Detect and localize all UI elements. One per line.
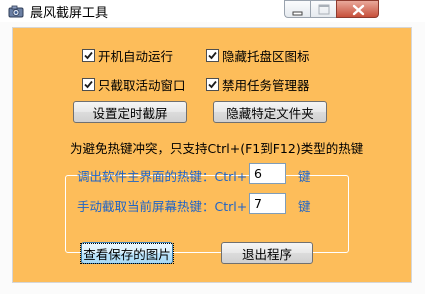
active-window-checkbox[interactable]: 只截取活动窗口 — [82, 76, 186, 93]
autostart-label: 开机自动运行 — [98, 48, 174, 64]
maximize-button[interactable] — [310, 0, 336, 18]
capture-hotkey-suffix: 键 — [298, 199, 311, 214]
window-controls — [284, 0, 379, 20]
capture-hotkey-label: 手动截取当前屏幕热键：Ctrl+ F — [77, 199, 259, 214]
minimize-icon — [292, 11, 303, 16]
hide-folder-button[interactable]: 隐藏特定文件夹 — [213, 101, 327, 123]
checkbox-box[interactable] — [82, 48, 95, 62]
exit-button[interactable]: 退出程序 — [221, 242, 313, 264]
check-icon — [84, 51, 93, 59]
check-icon — [84, 80, 93, 88]
close-button[interactable] — [336, 0, 379, 18]
hide-tray-label: 隐藏托盘区图标 — [222, 48, 310, 64]
maximize-icon — [318, 4, 330, 15]
view-saved-button[interactable]: 查看保存的图片 — [80, 242, 174, 264]
disable-taskmgr-checkbox[interactable]: 禁用任务管理器 — [206, 76, 310, 93]
check-icon — [208, 51, 217, 59]
capture-hotkey-input[interactable] — [249, 193, 286, 214]
minimize-button[interactable] — [284, 0, 310, 18]
view-saved-label: 查看保存的图片 — [80, 242, 174, 264]
active-window-label: 只截取活动窗口 — [98, 77, 186, 93]
main-window-hotkey-input[interactable] — [249, 163, 286, 184]
checkbox-box[interactable] — [82, 77, 95, 91]
set-timer-button[interactable]: 设置定时截屏 — [73, 101, 187, 123]
check-icon — [208, 80, 217, 88]
main-panel: 开机自动运行 隐藏托盘区图标 只截取活动窗口 禁用任务管理器 设置定时截屏 隐藏… — [12, 27, 412, 283]
title-bar[interactable]: 晨风截屏工具 — [0, 0, 425, 22]
checkbox-box[interactable] — [206, 48, 219, 62]
camera-icon — [8, 3, 24, 19]
hide-tray-checkbox[interactable]: 隐藏托盘区图标 — [206, 47, 310, 64]
hotkey-group-caption: 为避免热键冲突，只支持Ctrl+(F1到F12)类型的热键 — [68, 138, 366, 157]
checkbox-box[interactable] — [206, 77, 219, 91]
app-window: 晨风截屏工具 开机自动运行 隐藏托盘区图标 只截取活动窗口 禁用任务管理器 设置… — [0, 0, 425, 294]
autostart-checkbox[interactable]: 开机自动运行 — [82, 47, 174, 64]
window-title: 晨风截屏工具 — [30, 6, 109, 21]
main-window-hotkey-label: 调出软件主界面的热键：Ctrl+ F — [77, 169, 259, 184]
main-window-hotkey-suffix: 键 — [298, 169, 311, 184]
close-icon — [352, 4, 365, 16]
disable-taskmgr-label: 禁用任务管理器 — [222, 77, 310, 93]
